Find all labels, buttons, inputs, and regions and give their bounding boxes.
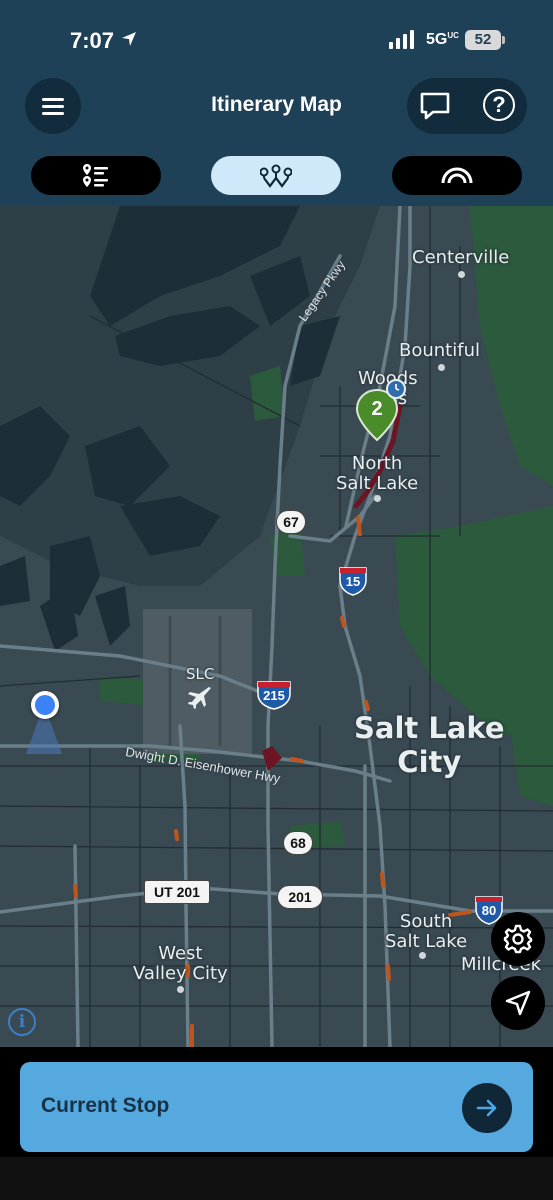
chat-bubble-icon[interactable] — [419, 90, 451, 122]
network-type: 5GUC — [426, 31, 459, 48]
home-indicator-area — [0, 1157, 553, 1200]
status-time: 7:07 — [70, 28, 115, 53]
info-icon[interactable]: i — [8, 1008, 36, 1036]
clock-icon — [386, 379, 406, 399]
place-label-bountiful: Bountiful — [399, 340, 480, 361]
current-stop-button[interactable]: Current Stop — [20, 1062, 533, 1152]
airport-icon — [188, 687, 211, 709]
speed-tab[interactable] — [392, 156, 522, 195]
status-bar: 7:07 5GUC 52 — [0, 0, 553, 80]
go-button[interactable] — [462, 1083, 512, 1133]
place-label-south-salt-lake: South Salt Lake — [385, 911, 468, 952]
question-icon[interactable]: ? — [483, 89, 515, 121]
location-services-icon — [122, 32, 136, 46]
current-stop-label: Current Stop — [41, 1094, 170, 1117]
route-icon — [260, 164, 292, 188]
place-label-north-salt-lake: North Salt Lake — [336, 453, 419, 494]
gear-icon — [503, 924, 533, 954]
menu-button[interactable] — [25, 78, 81, 134]
map-canvas — [0, 206, 553, 1047]
place-dot — [438, 364, 445, 371]
place-label-centerville: Centerville — [412, 247, 510, 268]
highway-shield-67: 67 — [276, 510, 306, 534]
interstate-shield-215: 215 — [256, 680, 292, 710]
map-settings-button[interactable] — [491, 912, 545, 966]
page-title: Itinerary Map — [211, 93, 342, 116]
place-dot — [374, 495, 381, 502]
place-dot — [177, 986, 184, 993]
place-dot — [458, 271, 465, 278]
bottom-panel: Current Stop — [0, 1047, 553, 1200]
airport-label: SLC — [186, 665, 215, 683]
itinerary-map[interactable]: Centerville Bountiful Woods ss North Sal… — [0, 206, 553, 1047]
highway-shield-68: 68 — [283, 831, 313, 855]
navigation-arrow-icon — [505, 990, 531, 1016]
place-label-west-valley-city: West Valley City — [133, 943, 228, 984]
place-label-salt-lake-city: Salt Lake City — [354, 711, 505, 779]
route-map-tab[interactable] — [211, 156, 341, 195]
user-location-marker — [31, 691, 59, 719]
stop-list-icon — [83, 163, 108, 187]
recenter-button[interactable] — [491, 976, 545, 1030]
interstate-shield-15: 15 — [338, 566, 368, 596]
arrow-right-icon — [476, 1099, 497, 1117]
app-header: 7:07 5GUC 52 Itinerary Map ? — [0, 0, 553, 206]
highway-shield-ut201: UT 201 — [144, 880, 210, 904]
gauge-icon — [441, 167, 473, 183]
battery-indicator: 52 — [465, 30, 505, 50]
highway-shield-201: 201 — [277, 885, 323, 909]
cellular-signal-icon — [389, 30, 414, 49]
place-dot — [419, 952, 426, 959]
header-actions: ? — [407, 78, 527, 134]
hamburger-menu-icon — [42, 98, 64, 101]
stop-list-tab[interactable] — [31, 156, 161, 195]
